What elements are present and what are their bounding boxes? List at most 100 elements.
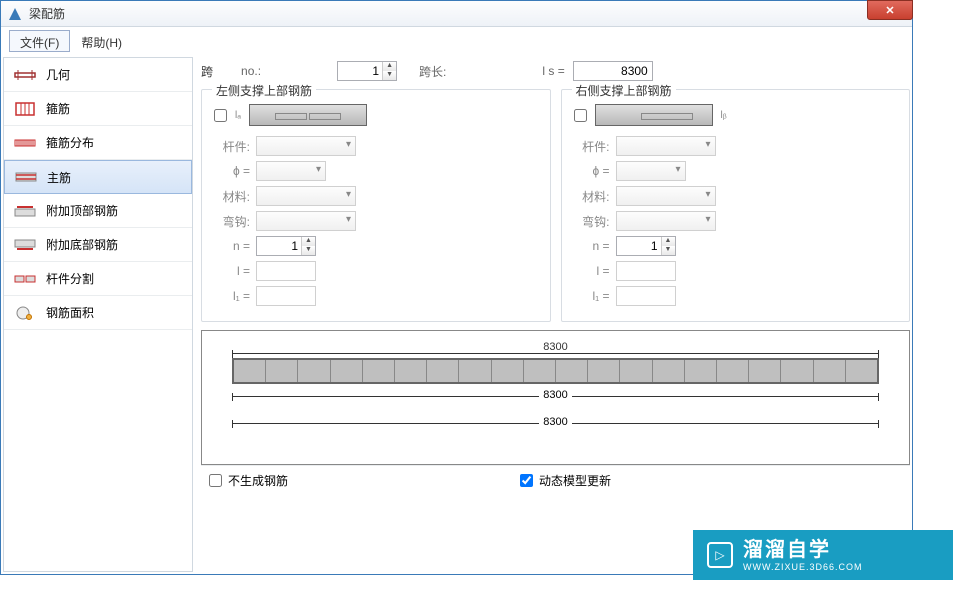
nav-label: 附加顶部钢筋: [46, 202, 118, 219]
nav-stirrup-dist[interactable]: 箍筋分布: [4, 126, 192, 160]
right-n-input[interactable]: [617, 237, 661, 255]
right-material-label: 材料:: [574, 188, 616, 205]
beam-graphic: [232, 358, 879, 384]
menu-file[interactable]: 文件(F): [9, 30, 70, 52]
no-gen-label: 不生成钢筋: [228, 472, 288, 489]
left-n-spinner[interactable]: ▲▼: [256, 236, 316, 256]
dynamic-update-checkbox[interactable]: [520, 474, 533, 487]
right-l1-input[interactable]: [616, 286, 676, 306]
right-enable-checkbox[interactable]: [574, 109, 587, 122]
stirrup-dist-icon: [14, 135, 36, 151]
left-material-combo[interactable]: [256, 186, 356, 206]
watermark-url: WWW.ZIXUE.3D66.COM: [743, 562, 863, 573]
dim-bottom: 8300: [232, 423, 879, 436]
right-member-label: 杆件:: [574, 138, 616, 155]
add-top-icon: [14, 203, 36, 219]
spinner-arrows[interactable]: ▲▼: [301, 237, 315, 255]
dim-mid: 8300: [232, 396, 879, 409]
ls-label: l s =: [542, 64, 564, 78]
titlebar: 梁配筋 ✕: [1, 1, 912, 27]
window-title: 梁配筋: [29, 5, 65, 22]
menu-help[interactable]: 帮助(H): [70, 30, 133, 52]
ls-input[interactable]: [573, 61, 653, 81]
left-material-label: 材料:: [214, 188, 256, 205]
right-n-label: n =: [574, 239, 616, 253]
right-phi-label: ϕ =: [574, 164, 616, 178]
left-phi-label: ϕ =: [214, 164, 256, 178]
left-l-label: l =: [214, 264, 256, 278]
geometry-icon: [14, 67, 36, 83]
dynamic-update-label: 动态模型更新: [539, 472, 611, 489]
right-preview[interactable]: [595, 104, 713, 126]
span-label: 跨: [201, 63, 213, 80]
left-n-label: n =: [214, 239, 256, 253]
content-area: 几何 箍筋 箍筋分布 主筋 附加顶部钢筋 附加底部钢筋: [1, 55, 912, 574]
left-member-combo[interactable]: [256, 136, 356, 156]
watermark-title: 溜溜自学: [743, 538, 863, 562]
left-l1-label: l₁ =: [214, 289, 256, 303]
right-l1-label: l₁ =: [574, 289, 616, 303]
spinner-arrows[interactable]: ▲▼: [661, 237, 675, 255]
sidebar: 几何 箍筋 箍筋分布 主筋 附加顶部钢筋 附加底部钢筋: [3, 57, 193, 572]
la-label: lₐ: [235, 110, 241, 121]
nav-main-rebar[interactable]: 主筋: [4, 160, 192, 194]
play-icon: ▷: [707, 542, 733, 568]
nav-label: 附加底部钢筋: [46, 236, 118, 253]
bottom-bar: 不生成钢筋 动态模型更新: [201, 465, 910, 495]
nav-stirrup[interactable]: 箍筋: [4, 92, 192, 126]
right-l-input[interactable]: [616, 261, 676, 281]
right-support-group: 右侧支撑上部钢筋 lᵦ 杆件: ϕ = 材料: 弯钩: n = ▲▼ l = l…: [561, 89, 911, 322]
close-button[interactable]: ✕: [867, 0, 913, 20]
left-phi-combo[interactable]: [256, 161, 326, 181]
span-no-label: no.:: [241, 64, 261, 78]
left-member-label: 杆件:: [214, 138, 256, 155]
stirrup-icon: [14, 101, 36, 117]
left-group-title: 左侧支撑上部钢筋: [212, 82, 316, 99]
right-hook-label: 弯钩:: [574, 213, 616, 230]
right-group-title: 右侧支撑上部钢筋: [572, 82, 676, 99]
nav-add-top[interactable]: 附加顶部钢筋: [4, 194, 192, 228]
left-l-input[interactable]: [256, 261, 316, 281]
right-member-combo[interactable]: [616, 136, 716, 156]
left-hook-combo[interactable]: [256, 211, 356, 231]
nav-label: 箍筋分布: [46, 134, 94, 151]
nav-label: 几何: [46, 66, 70, 83]
left-enable-checkbox[interactable]: [214, 109, 227, 122]
left-support-group: 左侧支撑上部钢筋 lₐ 杆件: ϕ = 材料: 弯钩: n = ▲▼ l = l…: [201, 89, 551, 322]
nav-add-bottom[interactable]: 附加底部钢筋: [4, 228, 192, 262]
area-icon: [14, 305, 36, 321]
right-l-label: l =: [574, 264, 616, 278]
span-no-input[interactable]: [338, 62, 382, 80]
diagram-panel: 8300 8300 8300: [201, 330, 910, 465]
menubar: 文件(F) 帮助(H): [1, 27, 912, 55]
nav-label: 主筋: [47, 169, 71, 186]
right-n-spinner[interactable]: ▲▼: [616, 236, 676, 256]
nav-geometry[interactable]: 几何: [4, 58, 192, 92]
main-panel: 跨 no.: ▲▼ 跨长: l s = 左侧支撑上部钢筋: [201, 57, 910, 572]
span-length-label: 跨长:: [419, 63, 446, 80]
nav-member-split[interactable]: 杆件分割: [4, 262, 192, 296]
span-no-spinner[interactable]: ▲▼: [337, 61, 397, 81]
dim-top: 8300: [232, 341, 879, 353]
no-gen-checkbox[interactable]: [209, 474, 222, 487]
main-rebar-icon: [15, 169, 37, 185]
left-hook-label: 弯钩:: [214, 213, 256, 230]
nav-label: 箍筋: [46, 100, 70, 117]
left-n-input[interactable]: [257, 237, 301, 255]
add-bottom-icon: [14, 237, 36, 253]
lb-label: lᵦ: [721, 110, 727, 121]
right-phi-combo[interactable]: [616, 161, 686, 181]
watermark: ▷ 溜溜自学 WWW.ZIXUE.3D66.COM: [693, 530, 953, 580]
left-l1-input[interactable]: [256, 286, 316, 306]
right-hook-combo[interactable]: [616, 211, 716, 231]
split-icon: [14, 271, 36, 287]
spinner-arrows[interactable]: ▲▼: [382, 62, 396, 80]
nav-label: 杆件分割: [46, 270, 94, 287]
nav-label: 钢筋面积: [46, 304, 94, 321]
nav-rebar-area[interactable]: 钢筋面积: [4, 296, 192, 330]
left-preview[interactable]: [249, 104, 367, 126]
groups-row: 左侧支撑上部钢筋 lₐ 杆件: ϕ = 材料: 弯钩: n = ▲▼ l = l…: [201, 89, 910, 322]
main-window: 梁配筋 ✕ 文件(F) 帮助(H) 几何 箍筋 箍筋分布 主筋: [0, 0, 913, 575]
app-icon: [7, 6, 23, 22]
right-material-combo[interactable]: [616, 186, 716, 206]
